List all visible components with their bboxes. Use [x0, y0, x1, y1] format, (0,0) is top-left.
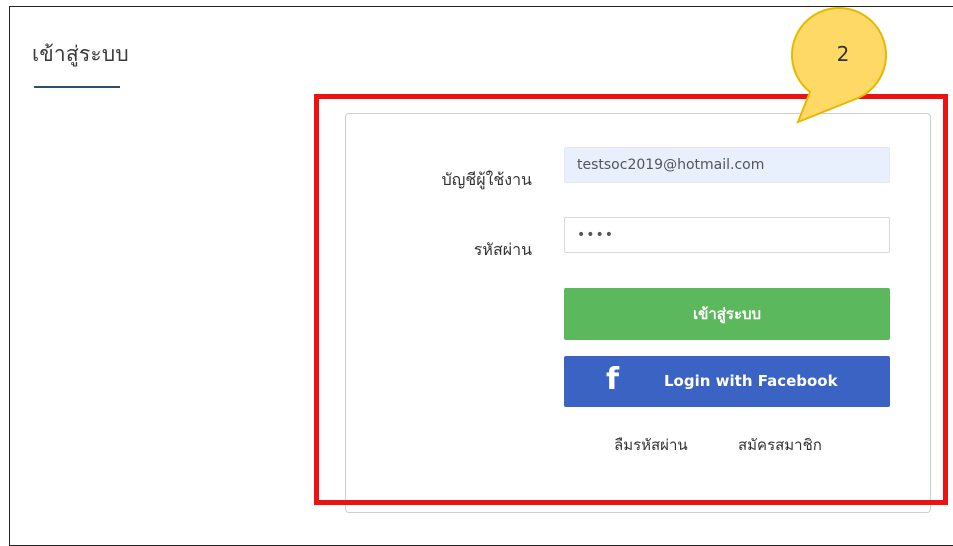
- page-title: เข้าสู่ระบบ: [32, 42, 129, 66]
- callout-number: 2: [836, 42, 850, 66]
- highlight-box: [314, 94, 948, 505]
- title-underline: [34, 86, 120, 88]
